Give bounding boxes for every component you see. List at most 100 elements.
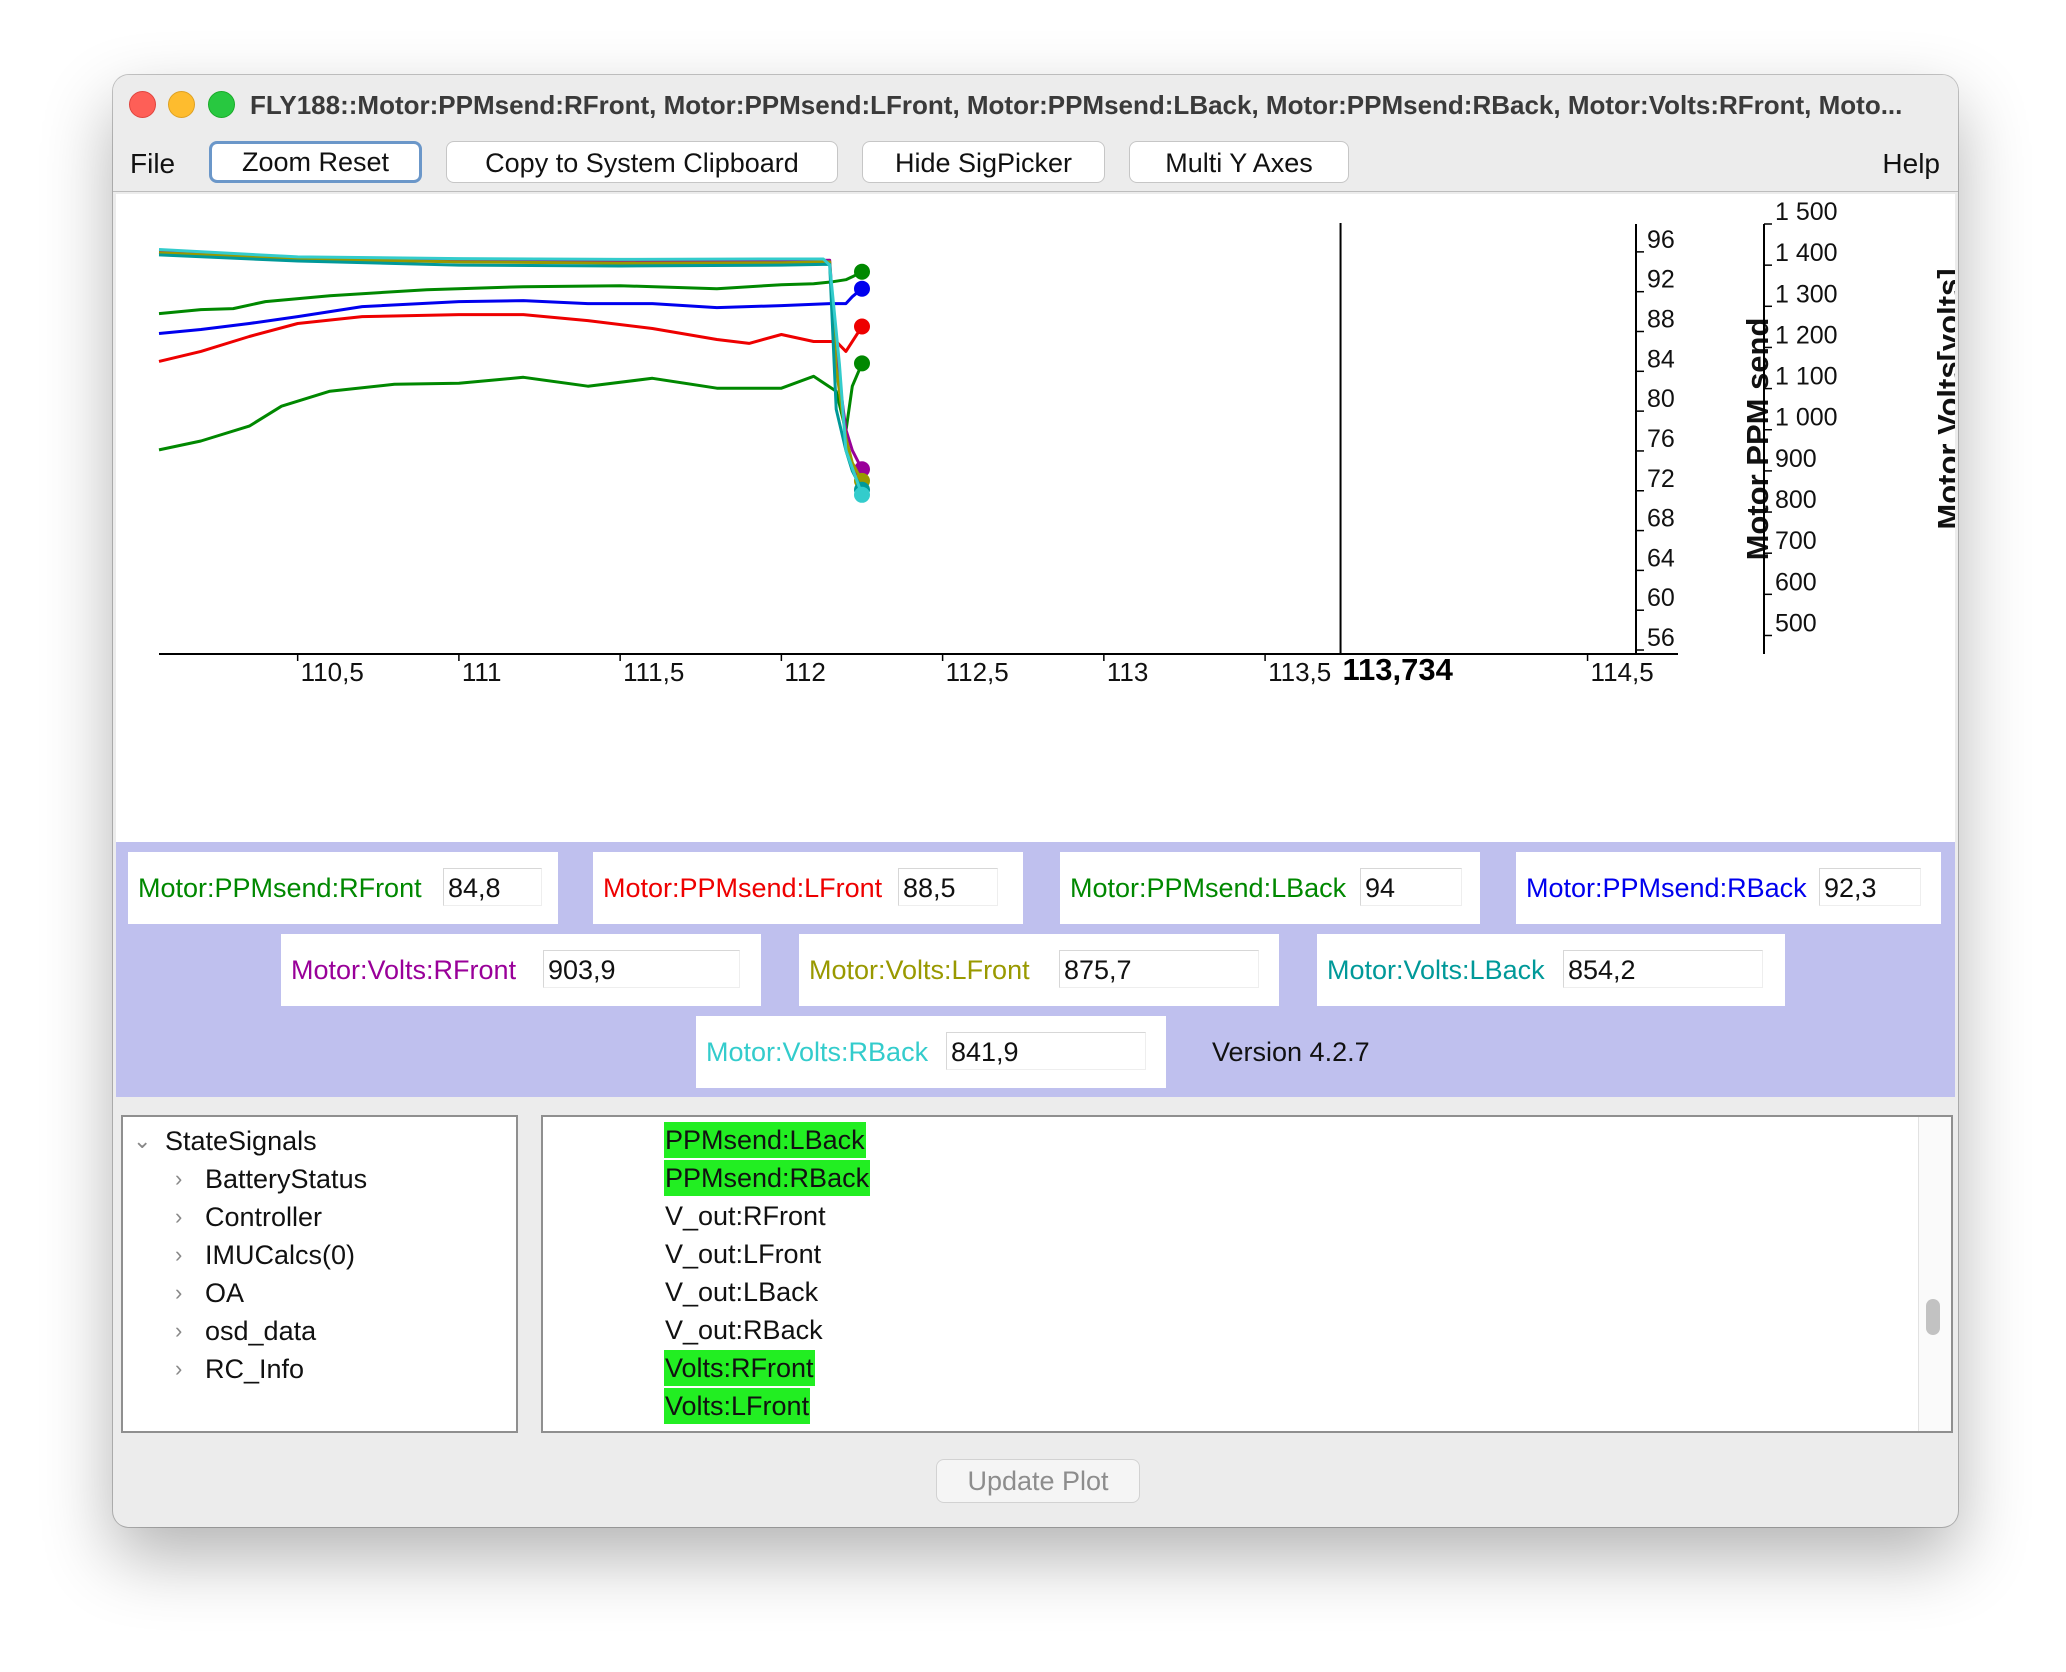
signal-list-scrollbar[interactable]	[1918, 1117, 1951, 1431]
series-line	[158, 250, 864, 470]
legend-name: Motor:Volts:LBack	[1327, 955, 1545, 985]
legend-item: Motor:PPMsend:RBack 92,3	[1516, 852, 1941, 924]
chevron-right-icon[interactable]: ›	[175, 1199, 182, 1235]
sigpicker-panel: ⌄ StateSignals › BatteryStatus › Control…	[116, 1097, 1955, 1525]
cursor-value-label: 113,734	[1343, 652, 1454, 687]
legend-item: Motor:Volts:RFront 903,9	[281, 934, 761, 1006]
app-window: FLY188::Motor:PPMsend:RFront, Motor:PPMs…	[113, 75, 1958, 1527]
chart[interactable]: 110,5 111 111,5 112 112,5 113 113,5 114,5 113,73…	[116, 194, 1958, 842]
y-tick-label: 84	[1647, 345, 1675, 373]
x-tick-label: 111	[462, 657, 502, 687]
legend-name: Motor:Volts:RBack	[706, 1037, 929, 1067]
series-end-marker	[853, 486, 870, 503]
chevron-right-icon[interactable]: ›	[175, 1275, 182, 1311]
signal-item[interactable]: Volts:LFront	[664, 1388, 811, 1424]
chevron-right-icon[interactable]: ›	[175, 1351, 182, 1387]
legend-value-field[interactable]: 88,5	[898, 868, 998, 906]
series-line	[158, 362, 864, 452]
y-tick-label: 1 300	[1775, 280, 1838, 308]
series-line	[158, 287, 863, 335]
x-tick-label: 112	[784, 657, 825, 687]
legend-panel: Motor:PPMsend:RFront 84,8 Motor:PPMsend:…	[116, 842, 1955, 1097]
chevron-right-icon[interactable]: ›	[175, 1313, 182, 1349]
y-tick-label: 76	[1647, 425, 1675, 453]
close-window-button[interactable]	[129, 91, 156, 118]
legend-name: Motor:PPMsend:RBack	[1526, 873, 1807, 903]
series-end-marker	[853, 355, 870, 372]
signal-tree[interactable]: ⌄ StateSignals › BatteryStatus › Control…	[121, 1115, 518, 1433]
y-tick-label: 800	[1775, 486, 1817, 514]
tree-item[interactable]: osd_data	[205, 1313, 316, 1349]
legend-item: Motor:Volts:LBack 854,2	[1317, 934, 1785, 1006]
legend-value-field[interactable]: 92,3	[1819, 868, 1921, 906]
legend-name: Motor:PPMsend:LFront	[603, 873, 883, 903]
zoom-reset-button[interactable]: Zoom Reset	[209, 141, 422, 183]
tree-item[interactable]: IMUCalcs(0)	[205, 1237, 355, 1273]
signal-item[interactable]: V_out:RFront	[664, 1198, 827, 1234]
y-axis-title: Motor PPM send	[1740, 318, 1775, 561]
legend-value-field[interactable]: 94	[1360, 868, 1462, 906]
copy-to-clipboard-button[interactable]: Copy to System Clipboard	[446, 141, 838, 183]
legend-item: Motor:PPMsend:LBack 94	[1060, 852, 1480, 924]
legend-value-field[interactable]: 841,9	[946, 1032, 1146, 1070]
signal-list[interactable]: PPMsend:LBack PPMsend:RBack V_out:RFront…	[541, 1115, 1953, 1433]
x-tick-label: 114,5	[1591, 657, 1654, 687]
signal-item[interactable]: PPMsend:RBack	[664, 1160, 871, 1196]
file-menu[interactable]: File	[130, 147, 175, 181]
y-tick-label: 600	[1775, 568, 1817, 596]
x-tick-label: 111,5	[623, 657, 684, 687]
legend-value-field[interactable]: 875,7	[1059, 950, 1259, 988]
y-tick-label: 1 100	[1775, 363, 1838, 391]
legend-name: Motor:PPMsend:LBack	[1070, 873, 1347, 903]
update-plot-button[interactable]: Update Plot	[936, 1459, 1140, 1503]
minimize-window-button[interactable]	[168, 91, 195, 118]
signal-item[interactable]: PPMsend:LBack	[664, 1122, 866, 1158]
chevron-right-icon[interactable]: ›	[175, 1237, 182, 1273]
help-menu[interactable]: Help	[1882, 147, 1940, 181]
series-end-marker	[853, 318, 870, 335]
tree-root-statesignals[interactable]: StateSignals	[165, 1123, 317, 1159]
legend-item: Motor:PPMsend:LFront 88,5	[593, 852, 1023, 924]
version-label: Version 4.2.7	[1212, 1037, 1370, 1067]
tree-item[interactable]: OA	[205, 1275, 244, 1311]
x-tick-label: 113	[1107, 657, 1148, 687]
y-tick-label: 500	[1775, 609, 1817, 637]
legend-name: Motor:PPMsend:RFront	[138, 873, 422, 903]
y-tick-label: 72	[1647, 465, 1675, 493]
y-axis-title: Motor Volts[volts]	[1931, 268, 1955, 529]
tree-item[interactable]: BatteryStatus	[205, 1161, 367, 1197]
y-tick-label: 92	[1647, 266, 1675, 294]
y-tick-label: 1 200	[1775, 321, 1838, 349]
y-tick-label: 1 500	[1775, 198, 1838, 226]
chevron-down-icon[interactable]: ⌄	[133, 1123, 151, 1159]
tree-item[interactable]: Controller	[205, 1199, 322, 1235]
plot-area[interactable]: 110,5 111 111,5 112 112,5 113 113,5 114,5 113,73…	[116, 194, 1958, 842]
legend-value-field[interactable]: 854,2	[1563, 950, 1763, 988]
multi-y-axes-button[interactable]: Multi Y Axes	[1129, 141, 1349, 183]
y-tick-label: 60	[1647, 584, 1675, 612]
signal-item[interactable]: V_out:RBack	[664, 1312, 824, 1348]
chevron-right-icon[interactable]: ›	[175, 1161, 182, 1197]
hide-sigpicker-button[interactable]: Hide SigPicker	[862, 141, 1105, 183]
y-tick-label: 68	[1647, 505, 1675, 533]
y-tick-label: 88	[1647, 306, 1675, 334]
y-tick-label: 1 000	[1775, 404, 1838, 432]
x-tick-label: 110,5	[301, 657, 364, 687]
scrollbar-thumb[interactable]	[1926, 1299, 1940, 1335]
x-tick-label: 112,5	[946, 657, 1009, 687]
signal-item[interactable]: V_out:LBack	[664, 1274, 819, 1310]
legend-item: Motor:Volts:RBack 841,9	[696, 1016, 1166, 1088]
x-tick-label: 113,5	[1268, 657, 1331, 687]
legend-value-field[interactable]: 84,8	[443, 868, 542, 906]
y-tick-label: 64	[1647, 544, 1675, 572]
signal-item[interactable]: Volts:RFront	[664, 1350, 815, 1386]
legend-value-field[interactable]: 903,9	[543, 950, 740, 988]
series-end-marker	[853, 263, 870, 280]
title-bar: FLY188::Motor:PPMsend:RFront, Motor:PPMs…	[113, 75, 1958, 133]
legend-item: Motor:Volts:LFront 875,7	[799, 934, 1279, 1006]
zoom-window-button[interactable]	[208, 91, 235, 118]
signal-item[interactable]: V_out:LFront	[664, 1236, 822, 1272]
y-tick-label: 1 400	[1775, 239, 1838, 267]
tree-item[interactable]: RC_Info	[205, 1351, 304, 1387]
window-title: FLY188::Motor:PPMsend:RFront, Motor:PPMs…	[250, 90, 1903, 120]
